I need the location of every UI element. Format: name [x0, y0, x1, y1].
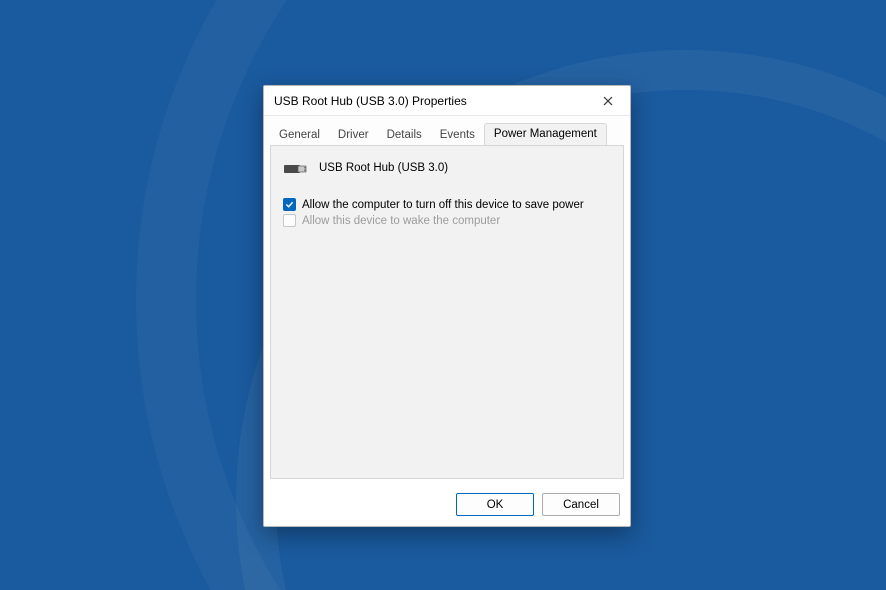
option-allow-wake-label: Allow this device to wake the computer — [302, 215, 500, 227]
window-title: USB Root Hub (USB 3.0) Properties — [274, 94, 594, 108]
tabstrip: General Driver Details Events Power Mana… — [264, 116, 630, 145]
device-header: USB Root Hub (USB 3.0) — [283, 160, 611, 176]
option-allow-turn-off[interactable]: Allow the computer to turn off this devi… — [283, 198, 611, 211]
usb-plug-icon — [283, 160, 309, 176]
titlebar: USB Root Hub (USB 3.0) Properties — [264, 86, 630, 116]
checkbox-allow-wake — [283, 214, 296, 227]
properties-dialog: USB Root Hub (USB 3.0) Properties Genera… — [263, 85, 631, 527]
checkmark-icon — [285, 200, 294, 209]
dialog-button-row: OK Cancel — [264, 485, 630, 526]
device-name-label: USB Root Hub (USB 3.0) — [319, 162, 448, 174]
option-allow-turn-off-label: Allow the computer to turn off this devi… — [302, 199, 584, 211]
tab-general[interactable]: General — [270, 125, 329, 146]
tab-details[interactable]: Details — [378, 125, 431, 146]
cancel-button[interactable]: Cancel — [542, 493, 620, 516]
option-allow-wake: Allow this device to wake the computer — [283, 214, 611, 227]
close-icon — [603, 96, 613, 106]
checkbox-allow-turn-off[interactable] — [283, 198, 296, 211]
tab-panel-power-management: USB Root Hub (USB 3.0) Allow the compute… — [270, 145, 624, 479]
tab-power-management[interactable]: Power Management — [484, 123, 607, 146]
tab-events[interactable]: Events — [431, 125, 484, 146]
tab-driver[interactable]: Driver — [329, 125, 378, 146]
ok-button[interactable]: OK — [456, 493, 534, 516]
close-button[interactable] — [594, 90, 622, 112]
